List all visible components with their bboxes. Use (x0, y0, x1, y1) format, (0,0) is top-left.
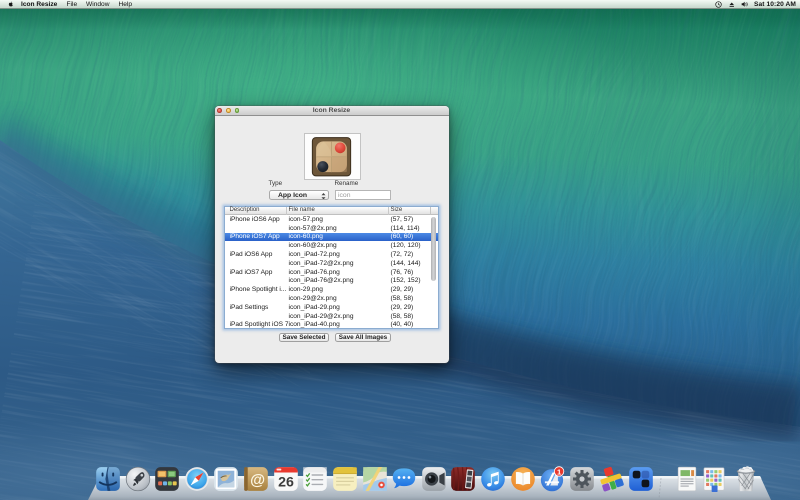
svg-text:@: @ (250, 472, 265, 489)
svg-text:1: 1 (557, 467, 562, 476)
svg-text:26: 26 (278, 475, 294, 491)
